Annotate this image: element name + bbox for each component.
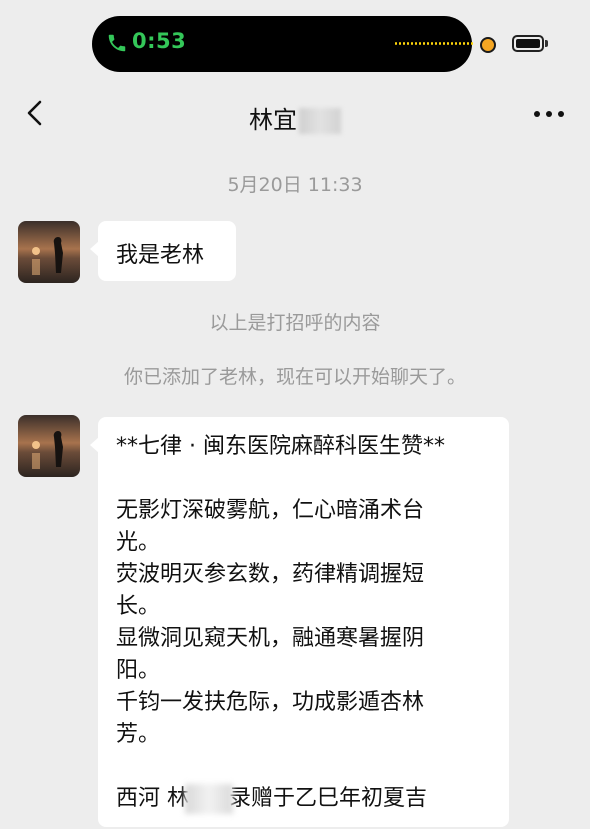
battery-cap (545, 40, 548, 47)
audio-wave-icon (395, 42, 473, 45)
message-text: 我是老林 (116, 243, 205, 268)
contact-name: 林宜 (249, 106, 297, 134)
name-blur (299, 108, 341, 134)
poem-line: 阳。 (116, 658, 161, 683)
poem-line: 显微洞见窥天机，融通寒暑握阴 (116, 626, 425, 651)
signature-start: 西河 林 (116, 786, 189, 811)
chat-title: 林宜 (0, 100, 590, 135)
message-bubble[interactable]: **七律 · 闽东医院麻醉科医生赞** 无影灯深破雾航，仁心暗涌术台 光。 荧波… (90, 417, 509, 827)
poem-line: 千钧一发扶危际，功成影遁杏林 (116, 690, 425, 715)
poem-line: 光。 (116, 530, 161, 555)
system-note: 以上是打招呼的内容 (209, 312, 381, 334)
poem-line: 无影灯深破雾航，仁心暗涌术台 (116, 498, 425, 523)
avatar[interactable] (18, 415, 80, 477)
more-options-icon[interactable] (532, 108, 566, 120)
system-note: 你已添加了老林，现在可以开始聊天了。 (123, 366, 466, 388)
poem-signature: 西河 林 录赠于乙巳年初夏吉 (116, 783, 509, 815)
avatar[interactable] (18, 221, 80, 283)
poem-title: **七律 · 闽东医院麻醉科医生赞** (116, 434, 445, 459)
mic-indicator-dot (480, 37, 496, 53)
call-timer: 0:53 (132, 29, 187, 53)
poem-line: 芳。 (116, 722, 161, 747)
poem-line: 荧波明灭参玄数，药律精调握短 (116, 562, 425, 587)
phone-call-icon (108, 34, 126, 52)
poem-line: 长。 (116, 594, 161, 619)
battery-icon (512, 35, 544, 52)
signature-end: 录赠于乙巳年初夏吉 (229, 786, 428, 811)
message-timestamp: 5月20日 11:33 (227, 174, 363, 196)
message-bubble[interactable]: 我是老林 (90, 221, 236, 281)
dynamic-island[interactable]: 0:53 (92, 16, 473, 72)
name-blur (185, 784, 233, 814)
